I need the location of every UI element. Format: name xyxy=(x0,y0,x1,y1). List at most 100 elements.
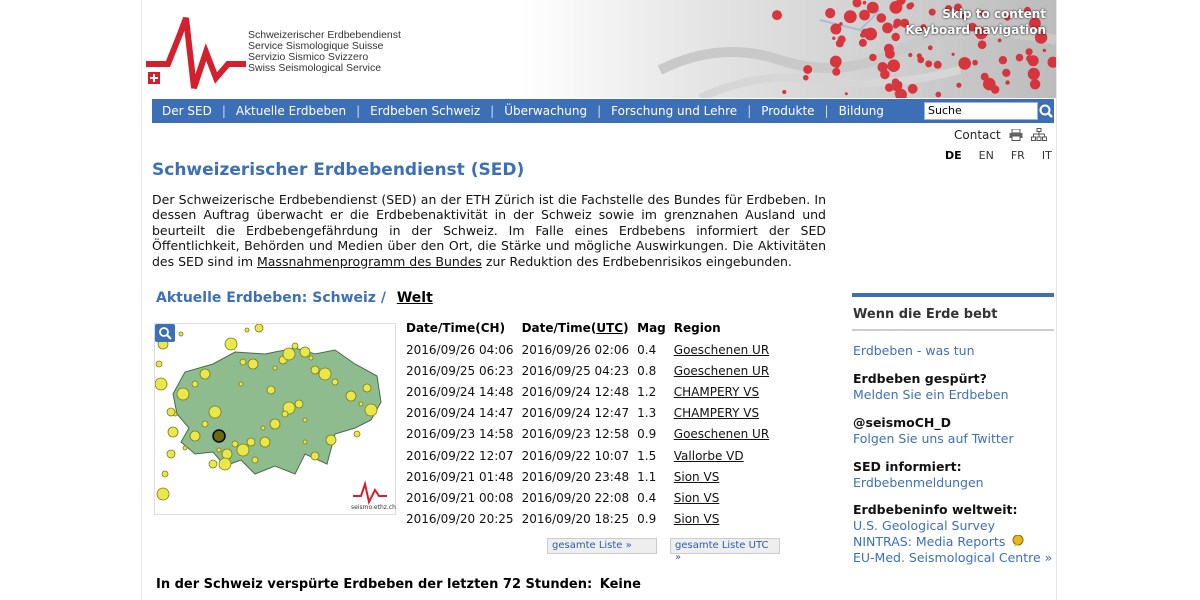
map-quake-dot xyxy=(266,385,276,395)
felt-value: Keine xyxy=(599,577,641,592)
link-usgs[interactable]: U.S. Geological Survey xyxy=(852,518,1054,534)
nav-item-ueberwachung[interactable]: Überwachung xyxy=(494,104,597,118)
page-title: Schweizerischer Erdbebendienst (SED) xyxy=(152,160,525,180)
link-erdbeben-was-tun[interactable]: Erdbeben - was tun xyxy=(852,343,1054,359)
col-header-mag: Mag xyxy=(637,321,666,335)
logo-area[interactable]: Schweizerischer Erdbebendienst Service S… xyxy=(142,0,522,98)
nav-item-bildung[interactable]: Bildung xyxy=(829,104,894,118)
massnahmenprogramm-link[interactable]: Massnahmenprogramm des Bundes xyxy=(257,254,482,269)
map-zoom-icon[interactable] xyxy=(155,324,175,342)
nav-item-forschung-und-lehre[interactable]: Forschung und Lehre xyxy=(601,104,747,118)
lang-fr[interactable]: FR xyxy=(1011,149,1025,162)
keyboard-navigation-link[interactable]: Keyboard navigation xyxy=(905,22,1046,38)
link-emsc[interactable]: EU-Med. Seismological Centre » xyxy=(852,550,1054,566)
cell-region[interactable]: CHAMPERY VS xyxy=(670,381,773,402)
sitemap-icon[interactable] xyxy=(1030,128,1047,142)
cell-time-utc: 2016/09/26 02:06 xyxy=(521,342,630,357)
map-quake-dot xyxy=(218,457,232,471)
map-quake-dot xyxy=(331,378,339,386)
cell-mag: 0.9 xyxy=(637,512,657,527)
earthquake-table: Date/Time(CH) Date/Time(UTC) Mag Region … xyxy=(402,318,773,530)
table-row: 2016/09/20 20:25 2016/09/20 18:25 0.9 Sion … xyxy=(402,509,773,530)
map-quake-dot xyxy=(291,342,299,350)
banner-dot xyxy=(885,83,894,92)
map-quake-dot xyxy=(231,440,239,448)
col-header-ch: Date/Time(CH) xyxy=(406,321,506,335)
sidebar-title: Wenn die Erde bebt xyxy=(852,297,1054,331)
banner-dot xyxy=(803,74,809,81)
cell-region[interactable]: Goeschenen UR xyxy=(670,424,773,445)
cell-region[interactable]: Sion VS xyxy=(670,509,773,530)
cell-mag: 1.3 xyxy=(637,406,657,421)
banner-dot xyxy=(977,40,987,49)
cell-mag: 1.2 xyxy=(637,384,657,399)
cell-time-utc: 2016/09/20 22:08 xyxy=(521,490,630,505)
banner-dot xyxy=(782,89,787,95)
map-quake-dot xyxy=(191,380,199,388)
map-quake-dot xyxy=(189,430,201,442)
banner-dot xyxy=(883,43,894,54)
banner-dot xyxy=(866,1,879,14)
banner-dot xyxy=(825,8,836,19)
cell-region[interactable]: Vallorbe VD xyxy=(670,445,773,466)
cell-region[interactable]: Goeschenen UR xyxy=(670,339,773,360)
full-list-utc-button[interactable]: gesamte Liste UTC » xyxy=(670,538,780,563)
nav-item-produkte[interactable]: Produkte xyxy=(751,104,824,118)
cell-region[interactable]: Sion VS xyxy=(670,487,773,508)
earthquake-map[interactable]: seismo.ethz.ch xyxy=(154,323,396,515)
org-name-en: Swiss Seismological Service xyxy=(248,62,382,74)
map-quake-dot xyxy=(282,347,296,361)
full-list-button[interactable]: gesamte Liste » xyxy=(547,538,657,554)
main-navigation: Der SED | Aktuelle Erdbeben | Erdbeben S… xyxy=(152,99,1054,123)
lang-de[interactable]: DE xyxy=(945,149,962,162)
banner-dot xyxy=(925,60,933,68)
banner-dot xyxy=(1005,80,1010,85)
col-header-utc-unit[interactable]: UTC xyxy=(596,321,623,335)
banner-dot xyxy=(837,35,846,44)
banner-dot xyxy=(887,59,900,72)
map-quake-dot xyxy=(345,390,357,402)
skip-to-content-link[interactable]: Skip to content xyxy=(905,6,1046,22)
cell-mag: 0.4 xyxy=(637,490,657,505)
map-quake-dot xyxy=(299,346,311,358)
link-erdbebenmeldungen[interactable]: Erdbebenmeldungen xyxy=(852,475,1054,491)
sed-logo-icon xyxy=(146,16,246,89)
banner-dot xyxy=(951,52,955,56)
table-row: 2016/09/21 00:08 2016/09/20 22:08 0.4 Sion … xyxy=(402,487,773,508)
nav-item-erdbeben-schweiz[interactable]: Erdbeben Schweiz xyxy=(360,104,490,118)
map-quake-dot xyxy=(176,387,190,401)
cell-mag: 1.5 xyxy=(637,448,657,463)
map-credit: seismo.ethz.ch xyxy=(351,504,396,511)
banner-dot xyxy=(1042,48,1047,53)
table-row: 2016/09/26 04:06 2016/09/26 02:06 0.4 Goesc… xyxy=(402,339,773,360)
map-quake-dot xyxy=(199,368,211,380)
cell-time-ch: 2016/09/24 14:48 xyxy=(406,384,514,399)
banner-dot xyxy=(844,92,848,96)
map-quake-dot xyxy=(244,327,250,333)
search-input[interactable]: Suche xyxy=(924,102,1038,120)
page: Schweizerischer Erdbebendienst Service S… xyxy=(142,0,1056,600)
col-header-utc-suffix: ) xyxy=(623,321,629,335)
link-twitter[interactable]: Folgen Sie uns auf Twitter xyxy=(852,431,1054,447)
nav-item-aktuelle-erdbeben[interactable]: Aktuelle Erdbeben xyxy=(226,104,356,118)
tab-welt[interactable]: Welt xyxy=(397,290,433,306)
banner-dot xyxy=(772,10,782,21)
map-quake-dot xyxy=(238,381,244,387)
col-header-utc: Date/Time(UTC) xyxy=(518,318,634,339)
nav-item-der-sed[interactable]: Der SED xyxy=(152,104,222,118)
banner-dot xyxy=(1027,67,1040,80)
print-icon[interactable] xyxy=(1009,129,1023,141)
cell-time-ch: 2016/09/21 00:08 xyxy=(406,490,514,505)
tab-schweiz[interactable]: Schweiz / xyxy=(312,290,386,306)
cell-region[interactable]: CHAMPERY VS xyxy=(670,403,773,424)
search-icon[interactable] xyxy=(1038,101,1054,121)
cell-region[interactable]: Sion VS xyxy=(670,466,773,487)
contact-link[interactable]: Contact xyxy=(954,128,1001,142)
skip-links: Skip to content Keyboard navigation xyxy=(905,6,1046,38)
cell-region[interactable]: Goeschenen UR xyxy=(670,360,773,381)
link-melden[interactable]: Melden Sie ein Erdbeben xyxy=(852,387,1054,403)
lang-en[interactable]: EN xyxy=(979,149,994,162)
lang-it[interactable]: IT xyxy=(1042,149,1052,162)
link-nintras[interactable]: NINTRAS: Media Reports xyxy=(852,534,1054,550)
map-quake-dot xyxy=(208,405,222,419)
